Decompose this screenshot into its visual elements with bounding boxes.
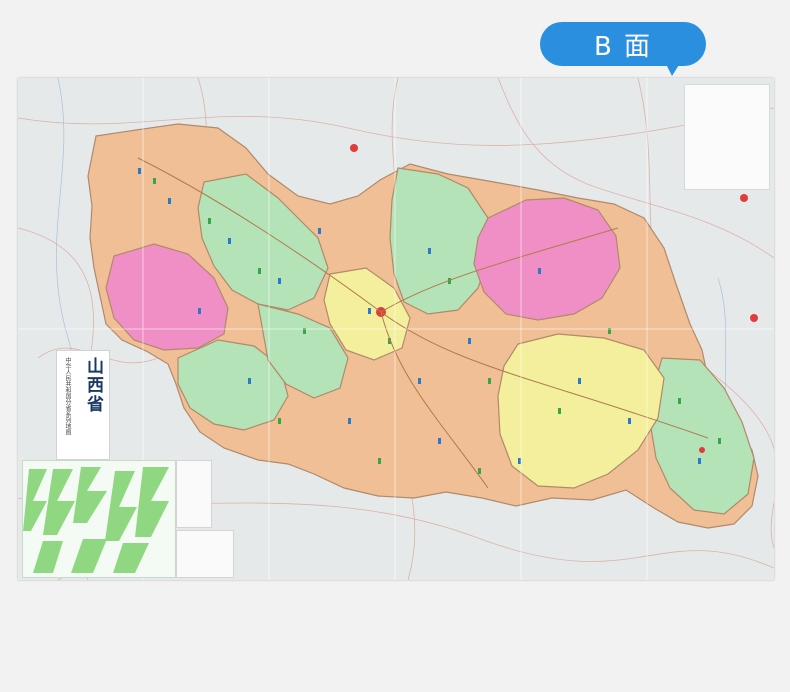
city-inset-panel: [22, 460, 176, 578]
map-subtitle: 中华人民共和国分省系列地图: [64, 357, 71, 435]
fold-line-horizontal: [18, 328, 774, 330]
map-title-panel: 山西省 中华人民共和国分省系列地图: [56, 350, 110, 460]
folded-map-sheet: 山西省 中华人民共和国分省系列地图: [18, 78, 774, 580]
side-b-label: B 面: [593, 31, 653, 62]
scale-panel: [176, 530, 234, 578]
badge-pointer: [664, 60, 682, 76]
place-index-panel: [684, 84, 770, 190]
legend-panel: [176, 460, 212, 528]
inset-graphic: [23, 467, 169, 573]
map-title: 山西省: [83, 357, 103, 414]
